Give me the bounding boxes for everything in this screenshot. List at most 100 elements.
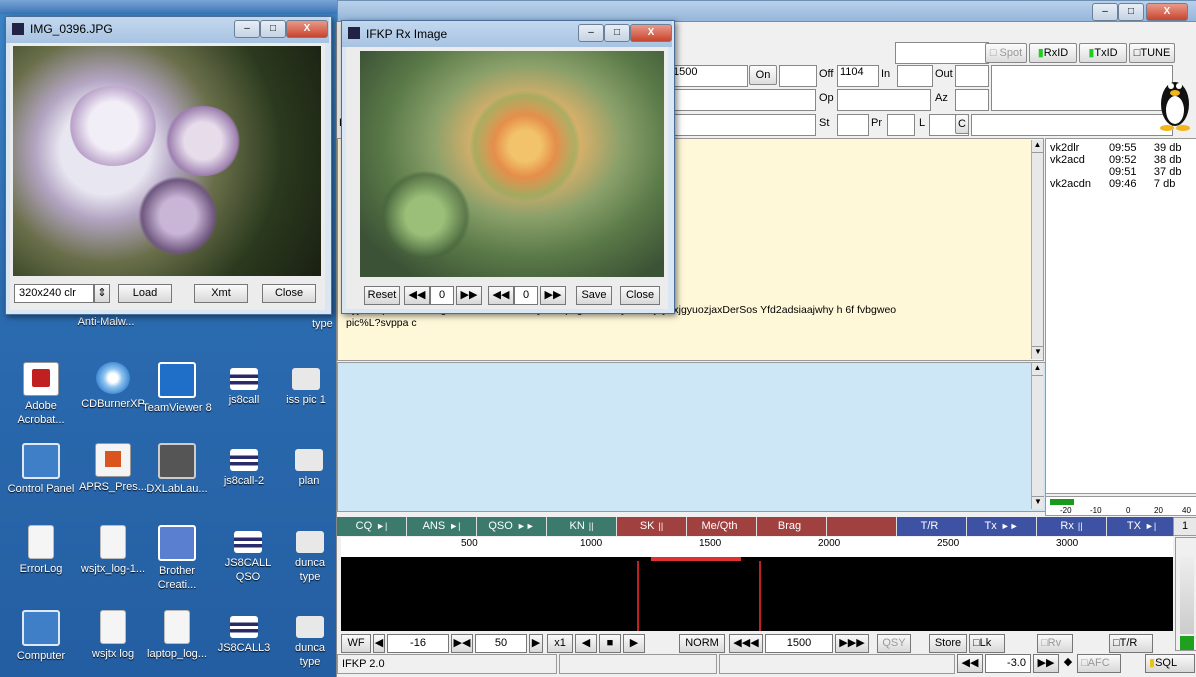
state-field[interactable] <box>837 114 869 136</box>
wf-button[interactable]: WF <box>341 634 371 653</box>
desktop-icon-control-panel[interactable]: Control Panel <box>5 443 77 496</box>
desktop-icon-dunca[interactable]: dunca type <box>284 525 336 584</box>
close-window-button[interactable]: X <box>286 20 328 38</box>
rst-in-field[interactable] <box>897 65 933 87</box>
slant-field[interactable]: 0 <box>430 286 454 305</box>
carrier-field[interactable]: 1500 <box>765 634 833 653</box>
prev2-icon[interactable]: ◀◀ <box>488 286 514 305</box>
desktop-icon-dxlab[interactable]: DXLabLau... <box>141 443 213 496</box>
heard-row[interactable]: vk2dlr 09:55 39 db <box>1050 142 1196 154</box>
desktop-icon-js8call[interactable]: js8call <box>208 362 280 407</box>
close-button[interactable]: Close <box>262 284 316 303</box>
macro-button[interactable]: T/R <box>897 517 967 536</box>
macro-button[interactable]: Rx || <box>1037 517 1107 536</box>
xmt-button[interactable]: Xmt <box>194 284 248 303</box>
macro-button[interactable] <box>827 517 897 536</box>
close-window-button[interactable]: X <box>630 24 672 42</box>
macro-button[interactable]: SK || <box>617 517 687 536</box>
desktop-icon-errorlog[interactable]: ErrorLog <box>5 525 77 576</box>
desktop-icon-js8call-2[interactable]: js8call-2 <box>208 443 280 488</box>
maximize-button[interactable]: □ <box>604 24 630 42</box>
desktop-icon-teamviewer[interactable]: TeamViewer 8 <box>141 362 213 415</box>
scroll-down-icon[interactable]: ▼ <box>1032 496 1044 509</box>
lock-button[interactable]: □Lk <box>969 634 1005 653</box>
macro-button[interactable]: KN || <box>547 517 617 536</box>
scroll-up-icon[interactable]: ▲ <box>1032 140 1043 153</box>
desktop-icon-js8call-qso[interactable]: JS8CALL QSO <box>212 525 284 584</box>
minimize-button[interactable]: – <box>234 20 260 38</box>
frequency-field[interactable]: 1500 <box>670 65 748 87</box>
on-button[interactable]: On <box>749 65 777 85</box>
carrier-up-icon[interactable]: ▶▶▶ <box>835 634 869 653</box>
name-field[interactable] <box>670 89 816 111</box>
scroll-down-icon[interactable]: ▼ <box>1032 346 1044 359</box>
load-button[interactable]: Load <box>118 284 172 303</box>
tx-scrollbar[interactable]: ▲ ▼ <box>1031 363 1044 509</box>
mode-select[interactable]: 320x240 clr <box>14 284 94 303</box>
range-up-icon[interactable]: ▶ <box>529 634 543 653</box>
level-field[interactable]: -16 <box>387 634 449 653</box>
txid-button[interactable]: ▮TxID <box>1079 43 1127 63</box>
maximize-button[interactable]: □ <box>260 20 286 38</box>
zoom-button[interactable]: x1 <box>547 634 573 653</box>
tune-button[interactable]: □TUNE <box>1129 43 1175 63</box>
desktop-icon-cdburner[interactable]: CDBurnerXP <box>77 362 149 411</box>
desktop-icon-wsjtx-log1[interactable]: wsjtx_log-1... <box>77 525 149 576</box>
level-up-icon[interactable]: ▶◀ <box>451 634 473 653</box>
range-field[interactable]: 50 <box>475 634 527 653</box>
desktop-icon-laptop-log[interactable]: laptop_log... <box>141 610 213 661</box>
desktop-icon-js8call3[interactable]: JS8CALL3 <box>208 610 280 655</box>
next2-icon[interactable]: ▶▶ <box>540 286 566 305</box>
scroll-up-icon[interactable]: ▲ <box>1032 363 1043 376</box>
macro-button[interactable]: Me/Qth <box>687 517 757 536</box>
operator-field[interactable] <box>837 89 931 111</box>
level-down-icon[interactable]: ◀ <box>373 634 385 653</box>
rxid-button[interactable]: ▮RxID <box>1029 43 1077 63</box>
next-icon[interactable]: ▶▶ <box>456 286 482 305</box>
prev-icon[interactable]: ◀◀ <box>404 286 430 305</box>
clear-button[interactable]: C <box>955 114 969 134</box>
reverse-button[interactable]: □Rv <box>1037 634 1073 653</box>
macro-button[interactable]: TX ►| <box>1107 517 1177 536</box>
desktop-icon-adobe[interactable]: Adobe Acrobat... <box>5 362 77 427</box>
mode-status[interactable]: IFKP 2.0 <box>337 654 557 674</box>
empty-field[interactable] <box>895 42 989 64</box>
carrier-down-icon[interactable]: ◀◀◀ <box>729 634 763 653</box>
heard-list[interactable]: vk2dlr 09:55 39 db vk2acd 09:52 38 db 09:51 37 … <box>1045 138 1196 494</box>
reset-button[interactable]: Reset <box>364 286 400 305</box>
desktop-icon-aprs[interactable]: APRS_Pres... <box>77 443 149 494</box>
macro-button[interactable]: ANS ►| <box>407 517 477 536</box>
qsy-button[interactable]: QSY <box>877 634 911 653</box>
offset-field[interactable]: 0 <box>514 286 538 305</box>
qth-field[interactable] <box>670 114 816 136</box>
afc-button[interactable]: □AFC <box>1077 654 1121 673</box>
comment-field[interactable] <box>971 114 1173 136</box>
close-button[interactable]: X <box>1146 3 1188 21</box>
time-on-field[interactable] <box>779 65 817 87</box>
save-button[interactable]: Save <box>576 286 612 305</box>
macro-button[interactable]: Tx ►► <box>967 517 1037 536</box>
province-field[interactable] <box>887 114 915 136</box>
waterfall[interactable]: 500 1000 1500 2000 2500 3000 <box>341 537 1173 631</box>
rx-scrollbar[interactable]: ▲ ▼ <box>1031 140 1044 359</box>
sql-button[interactable]: ▮SQL <box>1145 654 1195 673</box>
macro-page-indicator[interactable]: 1 <box>1173 517 1196 536</box>
norm-button[interactable]: NORM <box>679 634 725 653</box>
desktop-icon-antimalware[interactable]: Anti-Malw... <box>70 315 142 329</box>
macro-button[interactable]: QSO ►► <box>477 517 547 536</box>
tx-text-panel[interactable] <box>337 362 1046 512</box>
wf-right-icon[interactable]: ▶ <box>623 634 645 653</box>
azimuth-field[interactable] <box>955 89 989 111</box>
spinner-icon[interactable]: ⇕ <box>94 284 110 303</box>
spot-button[interactable]: □ Spot <box>985 43 1027 63</box>
heard-row[interactable]: vk2acdn 09:46 7 db <box>1050 178 1196 190</box>
diamond-icon[interactable]: ◆ <box>1061 654 1075 673</box>
notes-field[interactable] <box>991 65 1173 111</box>
minimize-button[interactable]: – <box>578 24 604 42</box>
desktop-icon-dunca-2[interactable]: dunca type <box>284 610 336 669</box>
rst-out-field[interactable] <box>955 65 989 87</box>
desktop-icon-isspic[interactable]: iss pic 1 <box>276 362 336 407</box>
s2n-down-icon[interactable]: ◀◀ <box>957 654 983 673</box>
close-button[interactable]: Close <box>620 286 660 305</box>
wf-left-icon[interactable]: ◀ <box>575 634 597 653</box>
